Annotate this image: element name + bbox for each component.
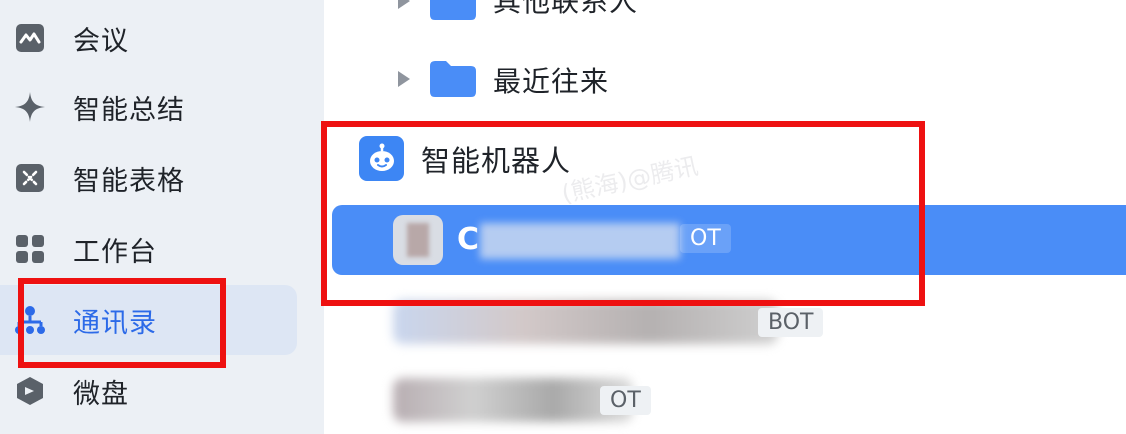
sidebar-item-label: 智能总结 xyxy=(73,94,185,126)
folder-icon xyxy=(430,61,476,97)
meeting-icon xyxy=(14,22,46,54)
expand-caret-icon[interactable] xyxy=(398,0,410,9)
drive-icon xyxy=(14,375,46,407)
sidebar-item-label: 智能表格 xyxy=(73,165,185,197)
folder-label: 最近往来 xyxy=(493,65,610,98)
smart-table-icon xyxy=(14,162,46,194)
redacted-name xyxy=(393,378,633,422)
expand-caret-icon[interactable] xyxy=(398,71,410,87)
redacted-name xyxy=(393,300,778,344)
sidebar-item-smart-table[interactable]: 智能表格 xyxy=(0,143,297,213)
highlight-box-contacts xyxy=(18,278,226,368)
grid-icon xyxy=(14,233,46,265)
highlight-box-robots xyxy=(321,121,925,306)
sidebar-item-meeting[interactable]: 会议 xyxy=(0,3,297,73)
folder-icon xyxy=(430,0,476,20)
bot-tag: BOT xyxy=(758,308,824,337)
sidebar-item-label: 会议 xyxy=(73,25,129,57)
sidebar-item-label: 微盘 xyxy=(73,378,129,410)
sidebar-item-workbench[interactable]: 工作台 xyxy=(0,214,297,284)
sidebar-item-smart-summary[interactable]: 智能总结 xyxy=(0,72,297,142)
sidebar-item-label: 工作台 xyxy=(73,236,157,268)
folder-label: 其他联系人 xyxy=(493,0,639,18)
sparkle-icon xyxy=(14,91,46,123)
sidebar: 会议 智能总结 智能表格 工作台 通讯录 微盘 xyxy=(0,0,324,434)
bot-tag: OT xyxy=(600,386,651,415)
